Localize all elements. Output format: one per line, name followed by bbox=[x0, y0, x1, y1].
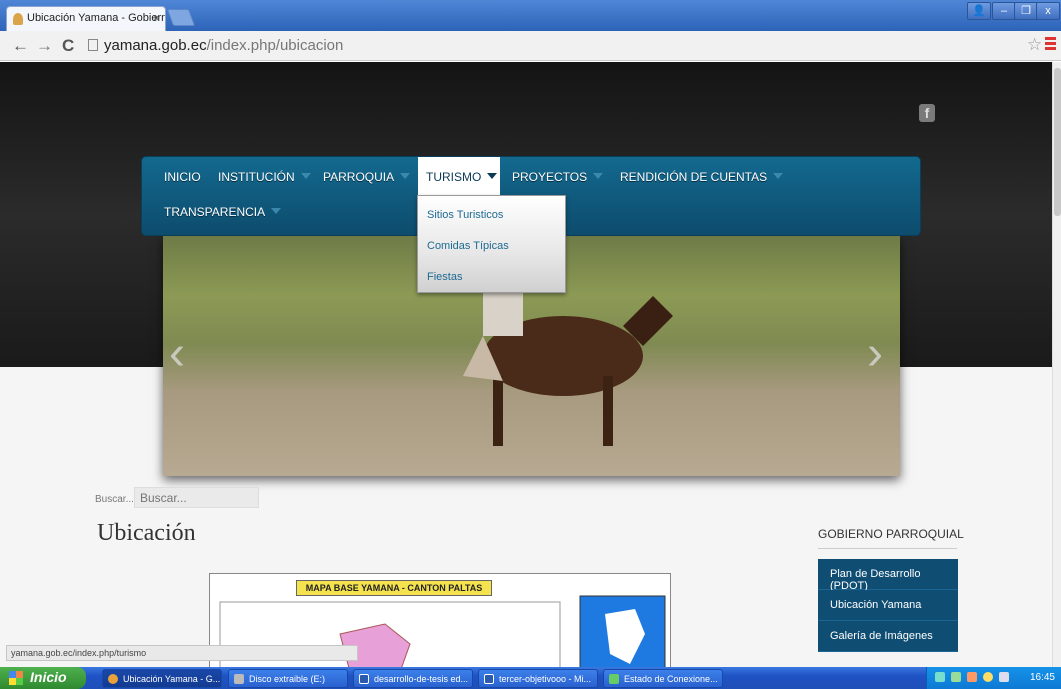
browser-tab-strip: Ubicación Yamana - Gobierno × 👤 – ❐ x bbox=[0, 0, 1061, 31]
clock: 16:45 bbox=[1029, 672, 1055, 683]
chrome-icon bbox=[108, 674, 118, 684]
link-status-bar: yamana.gob.ec/index.php/turismo bbox=[6, 645, 358, 661]
restore-button[interactable]: ❐ bbox=[1014, 2, 1038, 20]
browser-toolbar: ← → C yamana.gob.ec/index.php/ubicacion … bbox=[0, 31, 1061, 61]
sidebar-item-galeria[interactable]: Galería de Imágenes bbox=[818, 621, 958, 652]
nav-rendicion[interactable]: RENDICIÓN DE CUENTAS bbox=[620, 170, 784, 184]
url-domain: yamana.gob.ec bbox=[104, 37, 207, 54]
nav-proyectos-label: PROYECTOS bbox=[512, 170, 588, 184]
sidebar-divider bbox=[818, 548, 957, 549]
url-path: /index.php/ubicacion bbox=[206, 37, 344, 54]
task-label: desarrollo-de-tesis ed... bbox=[374, 674, 469, 684]
task-label: Estado de Conexione... bbox=[624, 674, 718, 684]
reload-icon[interactable]: C bbox=[62, 36, 74, 56]
nav-inicio[interactable]: INICIO bbox=[164, 170, 201, 184]
task-disk[interactable]: Disco extraible (E:) bbox=[228, 669, 348, 688]
nav-turismo[interactable]: TURISMO bbox=[418, 157, 500, 197]
dropdown-item-fiestas[interactable]: Fiestas bbox=[427, 271, 462, 283]
caret-down-icon bbox=[300, 173, 311, 179]
page-scrollbar[interactable] bbox=[1052, 62, 1061, 667]
browser-tab[interactable]: Ubicación Yamana - Gobierno × bbox=[6, 6, 166, 31]
web-page: f ‹ › INICIO INSTITUCIÓN PARROQUIA TURIS… bbox=[0, 62, 1052, 667]
nav-proyectos[interactable]: PROYECTOS bbox=[512, 170, 604, 184]
turismo-dropdown: Sitios Turisticos Comidas Típicas Fiesta… bbox=[417, 195, 566, 293]
scrollbar-thumb[interactable] bbox=[1054, 68, 1061, 216]
tray-display-icon[interactable] bbox=[999, 672, 1009, 682]
tray-network-icon[interactable] bbox=[951, 672, 961, 682]
close-window-button[interactable]: x bbox=[1036, 2, 1060, 20]
page-icon bbox=[88, 39, 98, 51]
minimize-button[interactable]: – bbox=[992, 2, 1016, 20]
facebook-icon[interactable]: f bbox=[919, 104, 935, 122]
dropdown-item-sitios[interactable]: Sitios Turisticos bbox=[427, 209, 503, 221]
task-chrome[interactable]: Ubicación Yamana - G... bbox=[102, 669, 222, 688]
start-button[interactable]: Inicio bbox=[0, 667, 86, 689]
start-label: Inicio bbox=[30, 669, 67, 685]
word-icon bbox=[484, 674, 494, 684]
new-tab-button[interactable] bbox=[166, 9, 196, 26]
caret-down-icon bbox=[400, 173, 411, 179]
task-word-1[interactable]: desarrollo-de-tesis ed... bbox=[353, 669, 473, 688]
windows-logo-icon bbox=[9, 671, 23, 685]
search-input[interactable] bbox=[134, 487, 259, 508]
task-label: Disco extraible (E:) bbox=[249, 674, 326, 684]
taskbar: Inicio Ubicación Yamana - G... Disco ext… bbox=[0, 667, 1061, 689]
nav-rendicion-label: RENDICIÓN DE CUENTAS bbox=[620, 170, 768, 184]
back-arrow-icon[interactable]: ← bbox=[12, 36, 29, 56]
nav-institucion-label: INSTITUCIÓN bbox=[218, 170, 295, 184]
sidebar-item-pdot[interactable]: Plan de Desarrollo (PDOT) bbox=[818, 559, 958, 592]
user-profile-icon[interactable]: 👤 bbox=[967, 2, 991, 20]
nav-parroquia[interactable]: PARROQUIA bbox=[323, 170, 411, 184]
tray-info-icon[interactable] bbox=[983, 672, 993, 682]
tray-volume-icon[interactable] bbox=[935, 672, 945, 682]
tab-close-icon[interactable]: × bbox=[153, 11, 160, 25]
word-icon bbox=[359, 674, 369, 684]
dropdown-item-comidas[interactable]: Comidas Típicas bbox=[427, 240, 509, 252]
sidebar-item-ubicacion[interactable]: Ubicación Yamana bbox=[818, 590, 958, 621]
slider-prev-icon[interactable]: ‹ bbox=[169, 326, 185, 381]
system-tray: 16:45 bbox=[926, 667, 1061, 689]
network-icon bbox=[609, 674, 619, 684]
forward-arrow-icon[interactable]: → bbox=[36, 36, 53, 56]
nav-parroquia-label: PARROQUIA bbox=[323, 170, 395, 184]
caret-down-icon bbox=[773, 173, 784, 179]
browser-menu-icon[interactable] bbox=[1045, 37, 1056, 52]
page-title: Ubicación bbox=[97, 520, 196, 546]
address-bar[interactable]: yamana.gob.ec/index.php/ubicacion bbox=[88, 37, 343, 54]
slider-next-icon[interactable]: › bbox=[867, 326, 883, 381]
tray-app-icon[interactable] bbox=[967, 672, 977, 682]
drive-icon bbox=[234, 674, 244, 684]
task-word-2[interactable]: tercer-objetivooo - Mi... bbox=[478, 669, 598, 688]
caret-down-icon bbox=[271, 208, 282, 214]
site-favicon-icon bbox=[13, 13, 23, 25]
task-label: Ubicación Yamana - G... bbox=[123, 674, 221, 684]
nav-transparencia-label: TRANSPARENCIA bbox=[164, 205, 266, 219]
search-label: Buscar... bbox=[95, 494, 134, 505]
caret-down-icon bbox=[487, 173, 498, 179]
task-label: tercer-objetivooo - Mi... bbox=[499, 674, 592, 684]
caret-down-icon bbox=[593, 173, 604, 179]
tab-title: Ubicación Yamana - Gobierno bbox=[27, 12, 166, 24]
nav-transparencia[interactable]: TRANSPARENCIA bbox=[164, 205, 282, 219]
nav-turismo-label: TURISMO bbox=[426, 170, 482, 184]
sidebar-title: GOBIERNO PARROQUIAL bbox=[818, 527, 964, 541]
nav-institucion[interactable]: INSTITUCIÓN bbox=[218, 170, 311, 184]
task-network[interactable]: Estado de Conexione... bbox=[603, 669, 723, 688]
bookmark-star-icon[interactable]: ☆ bbox=[1027, 35, 1042, 55]
